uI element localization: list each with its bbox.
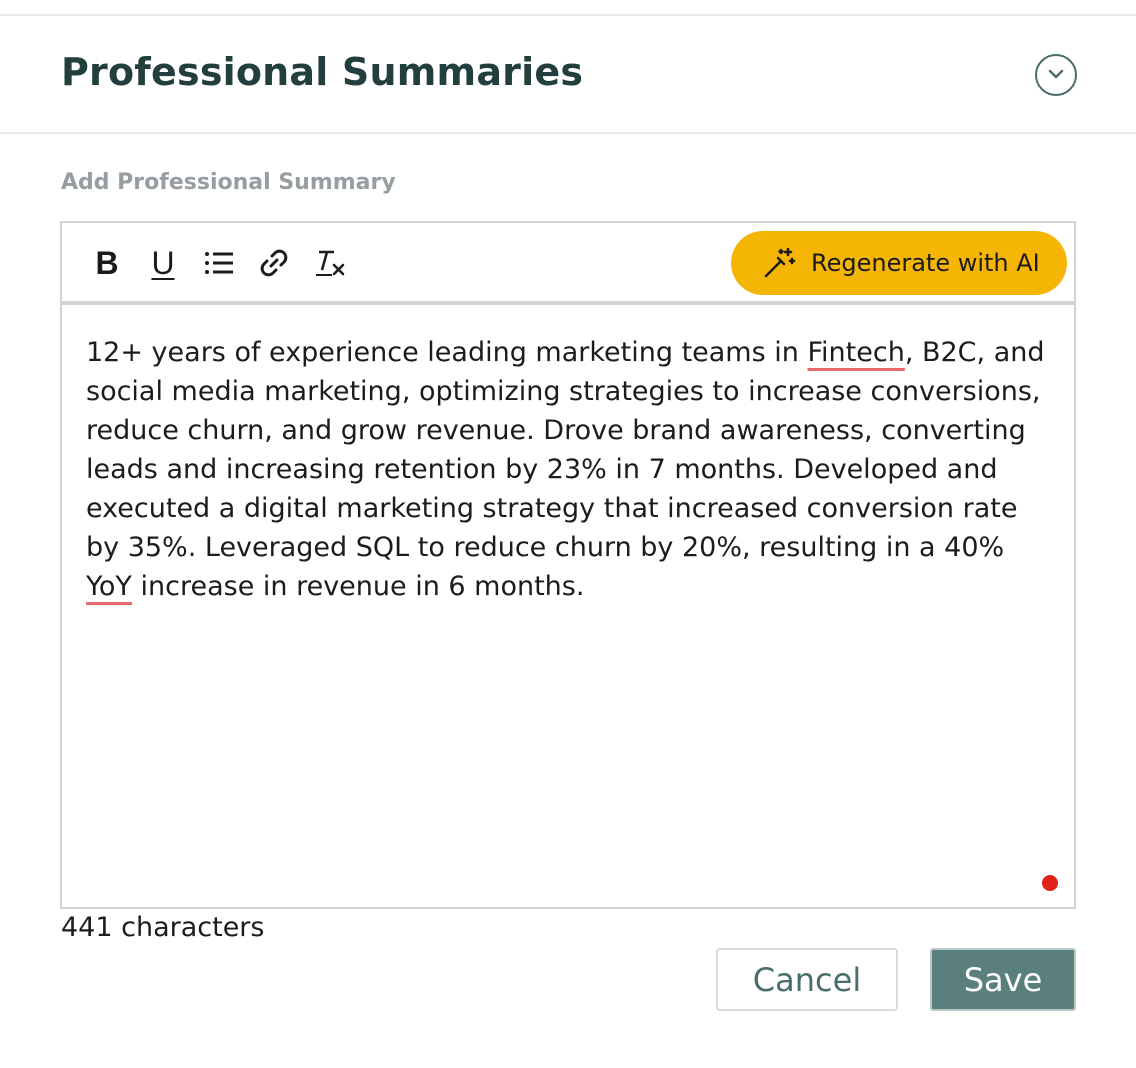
summary-text: 12+ years of experience leading marketin… (86, 337, 808, 368)
summary-text: , B2C, and social media marketing, optim… (86, 337, 1045, 563)
editor-toolbar: B U Regenerate with AI (62, 223, 1074, 305)
spellcheck-word[interactable]: YoY (86, 571, 132, 602)
bold-icon: B (95, 244, 119, 281)
bold-button[interactable]: B (90, 245, 124, 281)
underline-button[interactable]: U (146, 245, 180, 281)
link-button[interactable] (257, 245, 291, 281)
page-title: Professional Summaries (61, 50, 584, 94)
chevron-down-icon (1048, 69, 1064, 79)
regenerate-ai-button[interactable]: Regenerate with AI (731, 231, 1067, 295)
list-icon (205, 252, 233, 274)
collapse-button[interactable] (1035, 54, 1077, 96)
rich-text-editor: B U Regenerate with AI 12+ years of expe… (60, 221, 1076, 909)
summary-text: increase in revenue in 6 months. (131, 571, 585, 602)
spellcheck-word[interactable]: Fintech (807, 337, 904, 368)
cancel-button[interactable]: Cancel (716, 948, 898, 1011)
character-count: 441 characters (61, 912, 265, 943)
magic-wand-icon (764, 247, 796, 278)
field-label: Add Professional Summary (61, 170, 396, 195)
underline-icon: U (151, 244, 175, 281)
regenerate-ai-label: Regenerate with AI (811, 249, 1040, 277)
clear-format-button[interactable] (313, 245, 347, 281)
bullet-list-button[interactable] (202, 245, 236, 281)
status-dot (1042, 875, 1058, 891)
editor-textarea[interactable]: 12+ years of experience leading marketin… (86, 333, 1052, 606)
section-header: Professional Summaries (0, 16, 1136, 134)
clear-format-icon (316, 250, 345, 276)
save-button[interactable]: Save (930, 948, 1076, 1011)
link-icon (260, 249, 288, 277)
